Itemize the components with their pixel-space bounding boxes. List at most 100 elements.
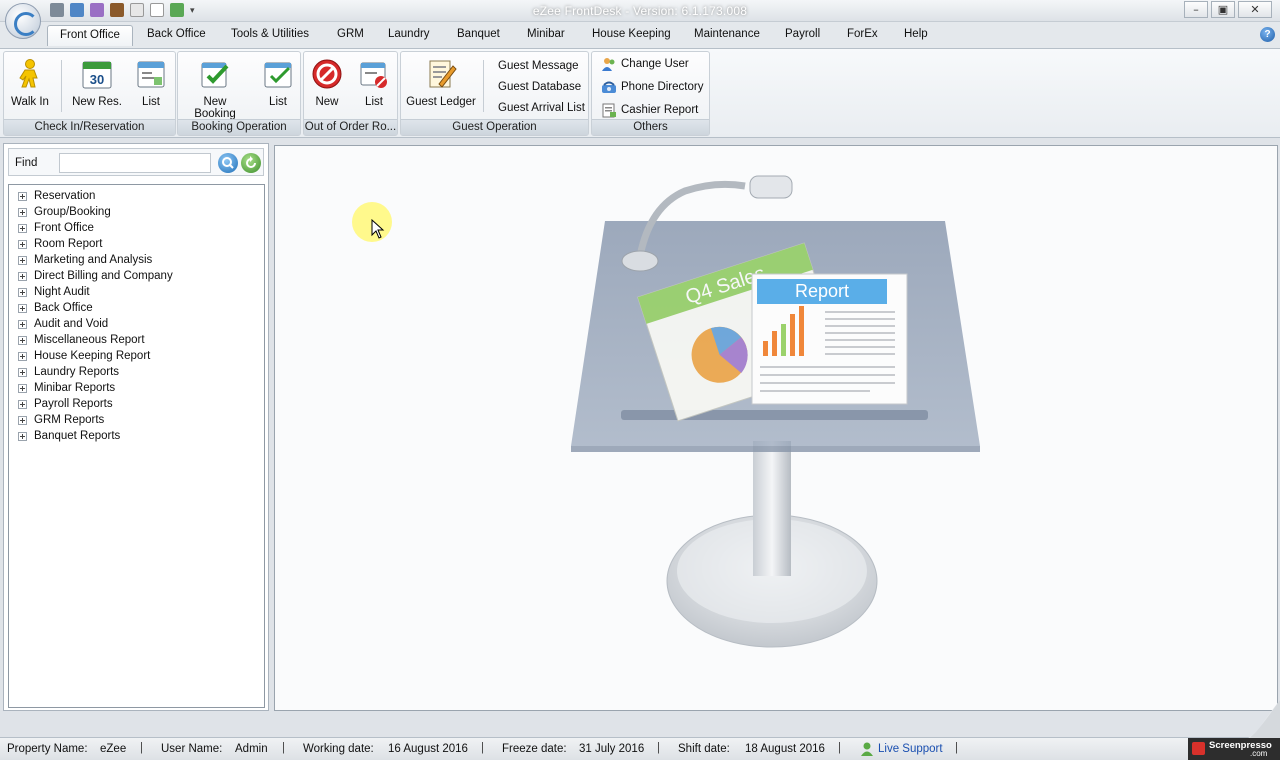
tree-item[interactable]: Miscellaneous Report <box>9 332 264 348</box>
tree-item-label: Banquet Reports <box>34 430 121 442</box>
new-reservation-button[interactable]: 30 New Res. <box>70 58 124 108</box>
report-tree: Reservation Group/Booking Front Office Room… <box>8 184 265 708</box>
expand-plus-icon[interactable] <box>18 287 27 297</box>
expand-plus-icon[interactable] <box>18 383 27 393</box>
no-entry-icon <box>311 58 343 90</box>
working-date-value: 16 August 2016 <box>388 743 468 755</box>
user-name-label: User Name: <box>161 743 223 755</box>
podium-report-illustration: Q4 Sales Report <box>571 175 980 648</box>
restore-button[interactable]: ▣ <box>1211 1 1235 18</box>
walking-person-icon <box>14 58 46 90</box>
expand-plus-icon[interactable] <box>18 239 27 249</box>
tab-maintenance[interactable]: Maintenance <box>694 28 760 40</box>
out-of-order-list-button[interactable]: List <box>356 58 392 108</box>
new-booking-button[interactable]: New Booking <box>182 58 248 120</box>
guest-ledger-button[interactable]: Guest Ledger <box>405 58 477 108</box>
tree-item[interactable]: Laundry Reports <box>9 364 264 380</box>
guest-message-button[interactable]: Guest Message <box>498 60 579 72</box>
freeze-date-label: Freeze date: <box>502 743 567 755</box>
tree-item-label: Front Office <box>34 222 94 234</box>
expand-plus-icon[interactable] <box>18 319 27 329</box>
tree-item-label: Group/Booking <box>34 206 111 218</box>
expand-plus-icon[interactable] <box>18 431 27 441</box>
tree-item[interactable]: Room Report <box>9 236 264 252</box>
status-separator: | <box>282 742 285 754</box>
booking-list-button[interactable]: List <box>260 58 296 108</box>
tree-item[interactable]: Payroll Reports <box>9 396 264 412</box>
out-of-order-new-button[interactable]: New <box>309 58 345 108</box>
expand-plus-icon[interactable] <box>18 351 27 361</box>
tab-forex[interactable]: ForEx <box>847 28 878 40</box>
minimize-button[interactable]: – <box>1184 1 1208 18</box>
tree-item[interactable]: Group/Booking <box>9 204 264 220</box>
separator <box>61 60 62 112</box>
blocked-list-icon <box>358 58 390 90</box>
find-bar: Find <box>8 148 264 176</box>
booking-check-icon <box>199 58 231 90</box>
tab-back-office[interactable]: Back Office <box>147 28 206 40</box>
expand-plus-icon[interactable] <box>18 255 27 265</box>
group-label-out-of-order: Out of Order Ro... <box>304 119 397 135</box>
app-menu-orb-icon[interactable] <box>5 3 41 39</box>
expand-plus-icon[interactable] <box>18 335 27 345</box>
tree-item[interactable]: Night Audit <box>9 284 264 300</box>
shift-date-value: 18 August 2016 <box>745 743 825 755</box>
tree-item[interactable]: Marketing and Analysis <box>9 252 264 268</box>
separator <box>483 60 484 112</box>
tab-front-office[interactable]: Front Office <box>47 25 133 46</box>
help-icon[interactable]: ? <box>1260 27 1275 42</box>
group-guest-operation: Guest Ledger Guest Message Guest Databas… <box>400 51 589 136</box>
tree-item-label: Miscellaneous Report <box>34 334 145 346</box>
status-separator: | <box>838 742 841 754</box>
find-input[interactable] <box>59 153 211 173</box>
tree-item[interactable]: Front Office <box>9 220 264 236</box>
guest-database-button[interactable]: Guest Database <box>498 81 581 93</box>
tab-house-keeping[interactable]: House Keeping <box>592 28 671 40</box>
walk-in-button[interactable]: Walk In <box>8 58 52 108</box>
ooo-list-label: List <box>365 96 383 108</box>
tree-item[interactable]: Back Office <box>9 300 264 316</box>
change-user-button[interactable]: Change User <box>601 56 689 72</box>
tab-payroll[interactable]: Payroll <box>785 28 820 40</box>
tab-help[interactable]: Help <box>904 28 928 40</box>
expand-plus-icon[interactable] <box>18 399 27 409</box>
refresh-icon <box>246 156 256 168</box>
status-separator: | <box>657 742 660 754</box>
ledger-pen-icon <box>425 58 457 90</box>
expand-plus-icon[interactable] <box>18 207 27 217</box>
expand-plus-icon[interactable] <box>18 303 27 313</box>
search-button[interactable] <box>218 153 238 173</box>
tree-item[interactable]: Reservation <box>9 188 264 204</box>
tree-item[interactable]: Direct Billing and Company <box>9 268 264 284</box>
tree-item[interactable]: House Keeping Report <box>9 348 264 364</box>
phone-directory-button[interactable]: Phone Directory <box>601 79 703 95</box>
expand-plus-icon[interactable] <box>18 191 27 201</box>
phone-directory-label: Phone Directory <box>621 81 704 93</box>
tab-grm[interactable]: GRM <box>337 28 364 40</box>
user-name-value: Admin <box>235 743 268 755</box>
tree-item[interactable]: Minibar Reports <box>9 380 264 396</box>
tab-minibar[interactable]: Minibar <box>527 28 565 40</box>
tab-laundry[interactable]: Laundry <box>388 28 430 40</box>
tree-item-label: Room Report <box>34 238 103 250</box>
close-button[interactable]: ✕ <box>1238 1 1272 18</box>
tree-item-label: House Keeping Report <box>34 350 151 362</box>
booking-list-icon <box>262 58 294 90</box>
refresh-button[interactable] <box>241 153 261 173</box>
tab-banquet[interactable]: Banquet <box>457 28 500 40</box>
expand-plus-icon[interactable] <box>18 415 27 425</box>
expand-plus-icon[interactable] <box>18 223 27 233</box>
cashier-report-button[interactable]: Cashier Report <box>601 102 698 118</box>
tree-item[interactable]: Banquet Reports <box>9 428 264 444</box>
tree-item[interactable]: GRM Reports <box>9 412 264 428</box>
guest-arrival-list-button[interactable]: Guest Arrival List <box>498 102 585 114</box>
status-separator: | <box>955 742 958 754</box>
expand-plus-icon[interactable] <box>18 367 27 377</box>
reservation-list-button[interactable]: List <box>134 58 168 108</box>
live-support-link[interactable]: Live Support <box>878 743 943 755</box>
tree-item-label: Back Office <box>34 302 93 314</box>
tab-tools-utilities[interactable]: Tools & Utilities <box>231 28 309 40</box>
tree-item[interactable]: Audit and Void <box>9 316 264 332</box>
expand-plus-icon[interactable] <box>18 271 27 281</box>
group-others: Change User Phone Directory Cashier Repo… <box>591 51 710 136</box>
